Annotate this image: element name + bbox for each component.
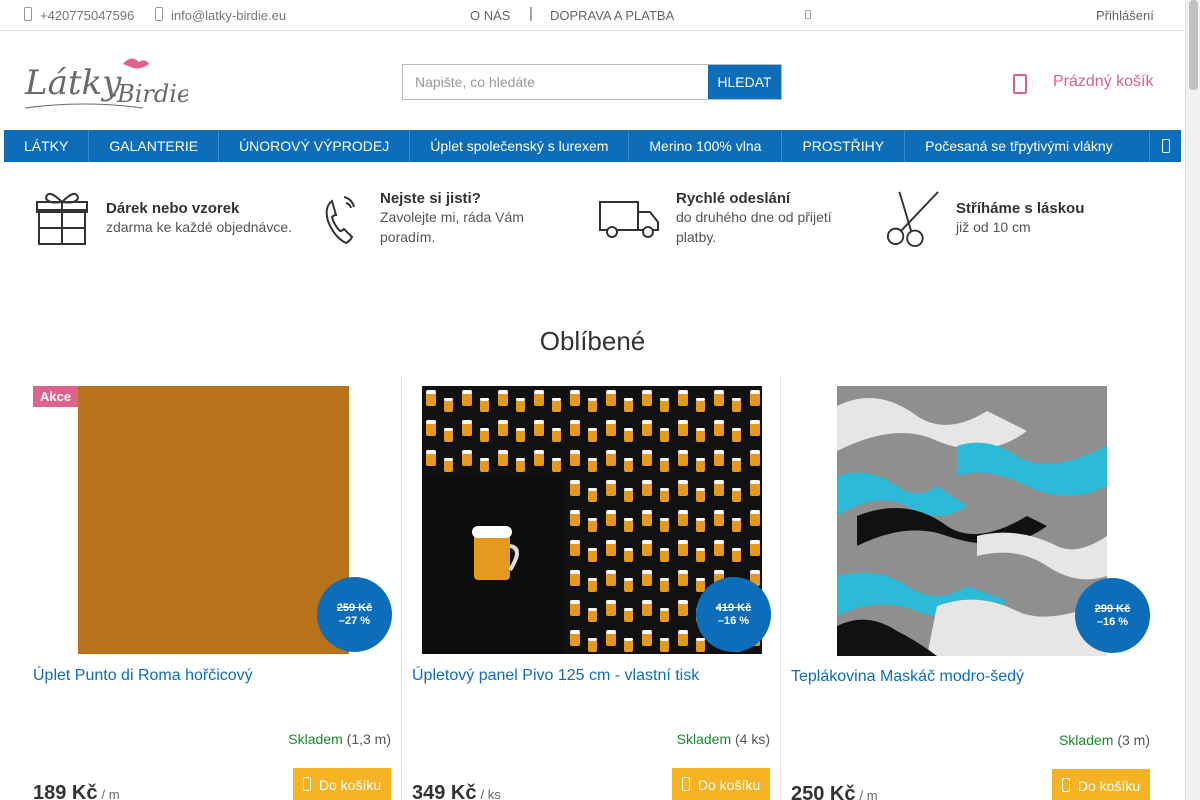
old-price: 259 Kč <box>336 601 373 614</box>
stock-qty: (1,3 m) <box>346 731 391 747</box>
gift-icon <box>32 186 92 250</box>
stock-label: Skladem <box>288 731 343 747</box>
search-input[interactable] <box>403 65 708 99</box>
benefit-title: Dárek nebo vzorek <box>106 199 240 217</box>
benefit-title: Nejste si jisti? <box>380 189 481 207</box>
email-contact[interactable]: info@latky-birdie.eu <box>155 7 286 24</box>
cart-icon <box>302 776 311 794</box>
benefit-desc: Zavolejte mi, ráda Vám poradím. <box>380 208 524 245</box>
cart-label[interactable]: Prázdný košík <box>1053 73 1153 91</box>
price-value: 250 Kč <box>791 783 856 800</box>
discount-badge: 259 Kč –27 % <box>317 577 392 652</box>
price-value: 189 Kč <box>33 782 98 800</box>
login-link[interactable]: Přihlášení <box>1096 8 1154 23</box>
email-address[interactable]: info@latky-birdie.eu <box>171 8 286 23</box>
product-image[interactable] <box>78 386 349 654</box>
benefit-shipping: Rychlé odeslání do druhého dne od přijet… <box>598 186 846 250</box>
nav-separator: | <box>529 5 533 22</box>
page: +420775047596 info@latky-birdie.eu O NÁS… <box>0 0 1185 800</box>
main-nav: LÁTKY GALANTERIE ÚNOROVÝ VÝPRODEJ Úplet … <box>4 130 1181 162</box>
price-unit: / m <box>859 788 878 800</box>
stock-status: Skladem (4 ks) <box>677 731 770 747</box>
benefit-cutting: Stříháme s láskou již od 10 cm <box>882 186 1084 250</box>
price-unit: / m <box>101 787 120 800</box>
benefit-title: Rychlé odeslání <box>676 189 791 207</box>
cart-icon <box>1013 74 1027 94</box>
phone-number[interactable]: +420775047596 <box>40 8 134 23</box>
benefit-gift: Dárek nebo vzorek zdarma ke každé objedn… <box>32 186 292 250</box>
phone-icon <box>24 7 32 24</box>
search-bar: HLEDAT <box>402 64 782 100</box>
menu-item-pocesana[interactable]: Počesaná se třpytivými vlákny <box>905 130 1133 162</box>
old-price: 299 Kč <box>1094 602 1131 615</box>
stock-label: Skladem <box>1058 732 1114 748</box>
stock-status: Skladem (1,3 m) <box>288 731 391 747</box>
benefit-desc: do druhého dne od přijetí platby. <box>676 208 832 245</box>
site-logo[interactable]: Látky -Birdie <box>23 50 191 112</box>
product-card: Akce 259 Kč –27 % Úplet Punto di Roma ho… <box>23 376 402 800</box>
benefit-phone: Nejste si jisti? Zavolejte mi, ráda Vám … <box>318 186 540 250</box>
language-flag-icon[interactable] <box>805 10 811 19</box>
product-list: Akce 259 Kč –27 % Úplet Punto di Roma ho… <box>23 376 1163 800</box>
email-icon <box>155 7 163 24</box>
nav-doprava-a-platba[interactable]: DOPRAVA A PLATBA <box>550 8 674 23</box>
discount-badge: 299 Kč –16 % <box>1075 578 1150 653</box>
discount-badge: 419 Kč –16 % <box>696 577 771 652</box>
product-card: 419 Kč –16 % Úpletový panel Pivo 125 cm … <box>402 376 781 800</box>
add-to-cart-button[interactable]: Do košíku <box>293 768 391 800</box>
product-card: 299 Kč –16 % Teplákovina Maskáč modro-še… <box>781 376 1160 800</box>
discount-percent: –16 % <box>1096 615 1129 628</box>
svg-text:-Birdie: -Birdie <box>109 80 188 108</box>
add-to-cart-button[interactable]: Do košíku <box>1052 769 1150 800</box>
stock-label: Skladem <box>676 731 732 747</box>
phone-icon <box>318 186 366 250</box>
stock-qty: (4 ks) <box>735 731 770 747</box>
old-price: 419 Kč <box>715 601 752 614</box>
menu-item-latky[interactable]: LÁTKY <box>4 130 90 162</box>
menu-item-unorovy-vyprodej[interactable]: ÚNOROVÝ VÝPRODEJ <box>219 130 411 162</box>
product-name[interactable]: Teplákovina Maskáč modro-šedý <box>791 668 1024 686</box>
discount-percent: –16 % <box>717 614 750 627</box>
search-button[interactable]: HLEDAT <box>708 65 781 99</box>
benefit-desc: zdarma ke každé objednávce. <box>106 218 292 235</box>
menu-item-prostrihy[interactable]: PROSTŘIHY <box>782 130 906 162</box>
truck-icon <box>598 186 662 250</box>
menu-item-merino[interactable]: Merino 100% vlna <box>629 130 783 162</box>
product-name[interactable]: Úplet Punto di Roma hořčicový <box>33 667 253 685</box>
price-unit: / ks <box>480 787 501 800</box>
scissors-icon <box>882 186 942 250</box>
product-price: 189 Kč / m <box>33 782 120 800</box>
nav-o-nas[interactable]: O NÁS <box>470 8 510 23</box>
cart[interactable]: Prázdný košík <box>1013 72 1153 94</box>
menu-item-galanterie[interactable]: GALANTERIE <box>89 130 220 162</box>
svg-text:Látky: Látky <box>24 63 122 103</box>
menu-more-icon[interactable] <box>1149 130 1181 162</box>
benefit-desc: již od 10 cm <box>956 218 1031 235</box>
scrollbar-thumb[interactable] <box>1189 0 1198 90</box>
add-to-cart-label: Do košíku <box>1077 778 1141 794</box>
stock-qty: (3 m) <box>1117 732 1150 748</box>
benefit-title: Stříháme s láskou <box>956 199 1085 217</box>
discount-percent: –27 % <box>338 614 371 627</box>
price-value: 349 Kč <box>412 782 477 800</box>
cart-icon <box>1061 777 1070 795</box>
page-scrollbar[interactable] <box>1185 0 1200 800</box>
sale-badge: Akce <box>33 386 79 407</box>
add-to-cart-button[interactable]: Do košíku <box>672 768 770 800</box>
menu-item-uplet-spolecensky[interactable]: Úplet společenský s lurexem <box>410 130 630 162</box>
stock-status: Skladem (3 m) <box>1059 732 1150 748</box>
product-price: 250 Kč / m <box>791 783 878 800</box>
product-image[interactable] <box>837 386 1107 656</box>
cart-icon <box>681 776 690 794</box>
add-to-cart-label: Do košíku <box>697 777 761 793</box>
add-to-cart-label: Do košíku <box>318 777 382 793</box>
product-price: 349 Kč / ks <box>412 782 501 800</box>
top-bar: +420775047596 info@latky-birdie.eu O NÁS… <box>0 0 1185 31</box>
benefits-strip: Dárek nebo vzorek zdarma ke každé objedn… <box>32 186 1152 256</box>
section-title: Oblíbené <box>539 326 646 356</box>
product-name[interactable]: Úpletový panel Pivo 125 cm - vlastní tis… <box>412 667 699 685</box>
phone-contact[interactable]: +420775047596 <box>24 7 134 24</box>
